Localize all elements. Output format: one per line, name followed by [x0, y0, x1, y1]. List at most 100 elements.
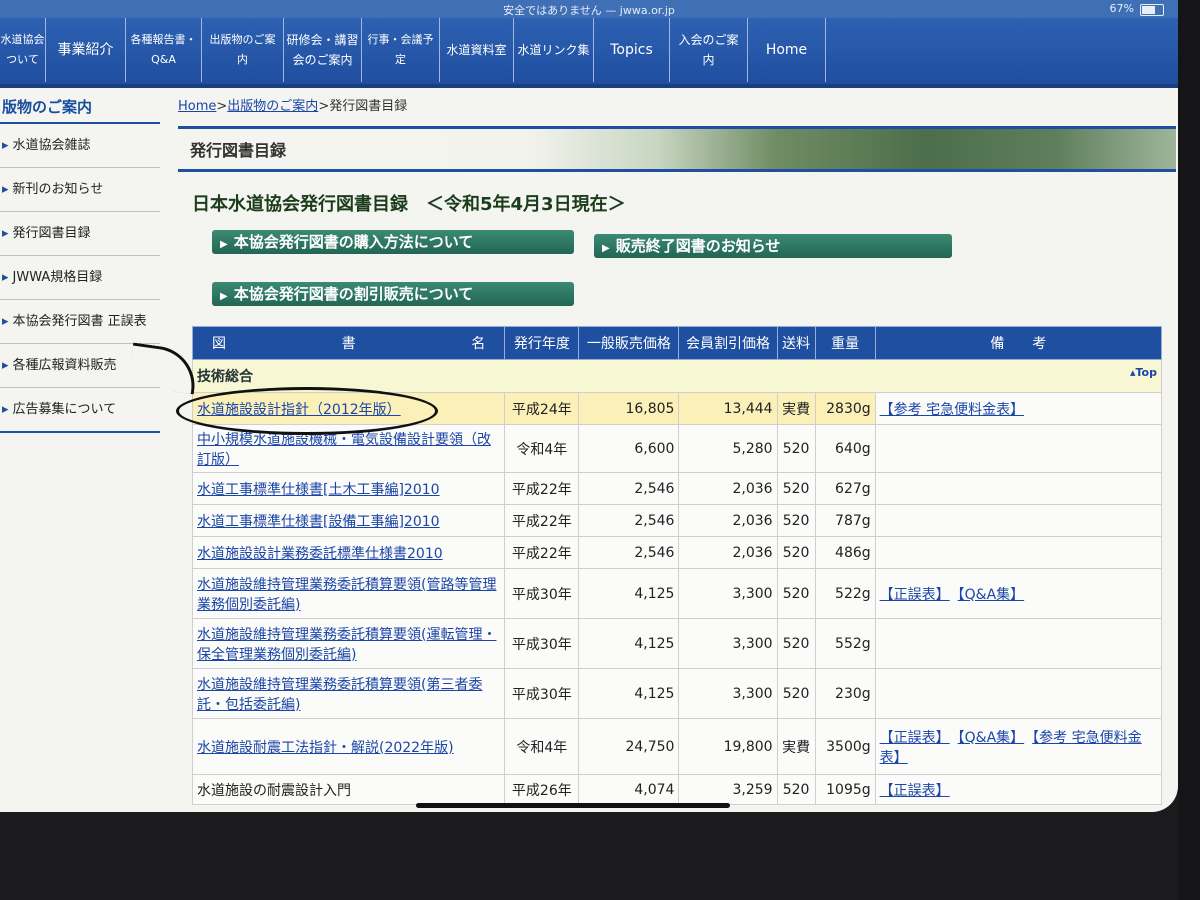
- breadcrumb-publications[interactable]: 出版物のご案内: [227, 99, 318, 114]
- header-name-char: 図: [212, 336, 226, 352]
- header-notes: 備 考: [874, 326, 1163, 360]
- sidebar-item-standards[interactable]: ▸ JWWA規格目録: [0, 256, 160, 300]
- book-title-link[interactable]: 水道施設耐震工法指針・解説(2022年版): [197, 740, 454, 756]
- nav-business[interactable]: 事業紹介: [46, 18, 126, 82]
- year-cell: 平成22年: [504, 536, 580, 569]
- sidebar-item-ads[interactable]: ▸ 広告募集について: [0, 388, 160, 433]
- battery-icon: [1140, 4, 1164, 16]
- sidebar-item-errata[interactable]: ▸ 本協会発行図書 正誤表: [0, 300, 160, 344]
- book-title-link[interactable]: 水道施設維持管理業務委託積算要領(運転管理・保全管理業務個別委託編): [197, 627, 496, 663]
- ink-stroke: [127, 342, 200, 395]
- header-member-price: 会員割引価格: [678, 326, 778, 360]
- book-title-link[interactable]: 水道工事標準仕様書[設備工事編]2010: [197, 514, 440, 530]
- price-cell: 6,600: [578, 424, 680, 473]
- book-title-link[interactable]: 中小規模水道施設機械・電気設備設計要領（改訂版）: [197, 432, 491, 468]
- button-label: 販売終了図書のお知らせ: [615, 237, 781, 255]
- nav-about[interactable]: 水道協会 ついて: [0, 18, 46, 82]
- shipping-cell: 520: [776, 472, 816, 505]
- nav-seminars[interactable]: 研修会・講習 会のご案内: [284, 18, 362, 82]
- nav-membership[interactable]: 入会のご案内: [670, 18, 748, 82]
- sidebar-item-new[interactable]: ▸ 新刊のお知らせ: [0, 168, 160, 212]
- status-bar: 安全ではありません — jwwa.or.jp 67%: [0, 0, 1178, 18]
- nav-links[interactable]: 水道リンク集: [514, 18, 594, 82]
- book-title-link[interactable]: 水道施設の耐震設計入門: [197, 783, 351, 799]
- year-cell: 平成24年: [504, 392, 580, 425]
- note-link[interactable]: 【Q&A集】: [958, 587, 1025, 603]
- nav-reports[interactable]: 各種報告書・ Q&A: [126, 18, 202, 82]
- table-row: 水道施設維持管理業務委託積算要領(第三者委託・包括委託編) 平成30年 4,125 3…: [191, 668, 1163, 719]
- member-price-cell: 3,300: [678, 668, 778, 719]
- breadcrumb: Home>出版物のご案内>発行図書目録: [178, 96, 1178, 118]
- book-title-cell: 水道施設の耐震設計入門: [191, 774, 506, 805]
- nav-publications[interactable]: 出版物のご案内: [202, 18, 284, 82]
- weight-cell: 486g: [814, 536, 876, 569]
- button-row: ▶ 本協会発行図書の購入方法について ▶ 販売終了図書のお知らせ ▶ 本協会発行図書の…: [178, 220, 1178, 310]
- member-price-cell: 13,444: [678, 392, 778, 425]
- note-link[interactable]: 【Q&A集】: [958, 730, 1025, 746]
- year-cell: 平成22年: [504, 472, 580, 505]
- year-cell: 平成30年: [504, 618, 580, 669]
- year-cell: 平成22年: [504, 504, 580, 537]
- shipping-cell: 520: [776, 618, 816, 669]
- weight-cell: 552g: [814, 618, 876, 669]
- weight-cell: 230g: [814, 668, 876, 719]
- shipping-cell: 実費: [776, 392, 816, 425]
- header-name-char: 書: [341, 336, 356, 352]
- sidebar-item-label: JWWA規格目録: [12, 270, 103, 285]
- sidebar-item-catalog[interactable]: ▸ 発行図書目録: [0, 212, 160, 256]
- price-cell: 24,750: [578, 718, 680, 775]
- button-label: 本協会発行図書の割引販売について: [233, 285, 474, 303]
- sidebar-item-label: 広告募集について: [12, 402, 117, 417]
- book-title-cell: 水道施設耐震工法指針・解説(2022年版): [191, 718, 506, 775]
- notes-cell: 【参考 宅急便料金表】: [874, 392, 1163, 425]
- nav-topics[interactable]: Topics: [594, 18, 670, 82]
- book-title-link[interactable]: 水道施設維持管理業務委託積算要領(管路等管理業務個別委託編): [197, 577, 496, 613]
- discount-sale-button[interactable]: ▶ 本協会発行図書の割引販売について: [212, 282, 574, 306]
- arrow-right-icon: ▸: [2, 358, 9, 373]
- price-cell: 2,546: [578, 536, 680, 569]
- note-link[interactable]: 【参考 宅急便料金表】: [880, 402, 1024, 418]
- table-row: 水道施設維持管理業務委託積算要領(運転管理・保全管理業務個別委託編) 平成30年 4…: [191, 618, 1163, 669]
- sidebar-item-label: 新刊のお知らせ: [12, 182, 104, 197]
- member-price-cell: 3,300: [678, 618, 778, 669]
- nav-library[interactable]: 水道資料室: [440, 18, 514, 82]
- book-title-cell: 水道工事標準仕様書[土木工事編]2010: [191, 472, 506, 505]
- year-cell: 令和4年: [504, 718, 580, 775]
- category-label: 技術総合: [197, 369, 253, 385]
- home-indicator[interactable]: [416, 803, 730, 808]
- table-row: 水道施設耐震工法指針・解説(2022年版) 令和4年 24,750 19,800 実費 3…: [191, 718, 1163, 775]
- top-link[interactable]: ▴Top: [1130, 366, 1157, 379]
- sidebar-item-magazine[interactable]: ▸ 水道協会雑誌: [0, 124, 160, 168]
- breadcrumb-separator: >: [216, 99, 228, 114]
- book-title-cell: 水道工事標準仕様書[設備工事編]2010: [191, 504, 506, 537]
- book-title-link[interactable]: 水道施設設計業務委託標準仕様書2010: [197, 546, 443, 562]
- price-cell: 4,074: [578, 774, 680, 805]
- arrow-right-icon: ▸: [2, 402, 9, 417]
- weight-cell: 3500g: [814, 718, 876, 775]
- purchase-method-button[interactable]: ▶ 本協会発行図書の購入方法について: [212, 230, 574, 254]
- discontinued-books-button[interactable]: ▶ 販売終了図書のお知らせ: [594, 234, 952, 258]
- price-cell: 4,125: [578, 668, 680, 719]
- battery-percent: 67%: [1109, 2, 1134, 15]
- table-row: 水道施設維持管理業務委託積算要領(管路等管理業務個別委託編) 平成30年 4,125…: [191, 568, 1163, 619]
- year-cell: 平成30年: [504, 668, 580, 719]
- note-link[interactable]: 【正誤表】: [880, 730, 950, 746]
- book-title-link[interactable]: 水道施設維持管理業務委託積算要領(第三者委託・包括委託編): [197, 677, 482, 713]
- sidebar-item-label: 発行図書目録: [12, 226, 91, 241]
- global-nav: 水道協会 ついて 事業紹介 各種報告書・ Q&A 出版物のご案内 研修会・講習 …: [0, 18, 1178, 88]
- price-cell: 16,805: [578, 392, 680, 425]
- nav-home[interactable]: Home: [748, 18, 826, 82]
- notes-cell: [874, 536, 1163, 569]
- header-shipping: 送料: [776, 326, 816, 360]
- notes-cell: 【正誤表】: [874, 774, 1163, 805]
- section-banner: 発行図書目録: [178, 126, 1176, 172]
- book-title-link[interactable]: 水道工事標準仕様書[土木工事編]2010: [197, 482, 440, 498]
- note-link[interactable]: 【正誤表】: [880, 783, 950, 799]
- ink-circle-annotation: [176, 387, 438, 435]
- breadcrumb-home[interactable]: Home: [178, 99, 216, 114]
- member-price-cell: 2,036: [678, 536, 778, 569]
- note-link[interactable]: 【正誤表】: [880, 587, 950, 603]
- nav-events[interactable]: 行事・会議予定: [362, 18, 440, 82]
- notes-cell: [874, 618, 1163, 669]
- address-bar[interactable]: 安全ではありません — jwwa.or.jp: [0, 2, 1178, 18]
